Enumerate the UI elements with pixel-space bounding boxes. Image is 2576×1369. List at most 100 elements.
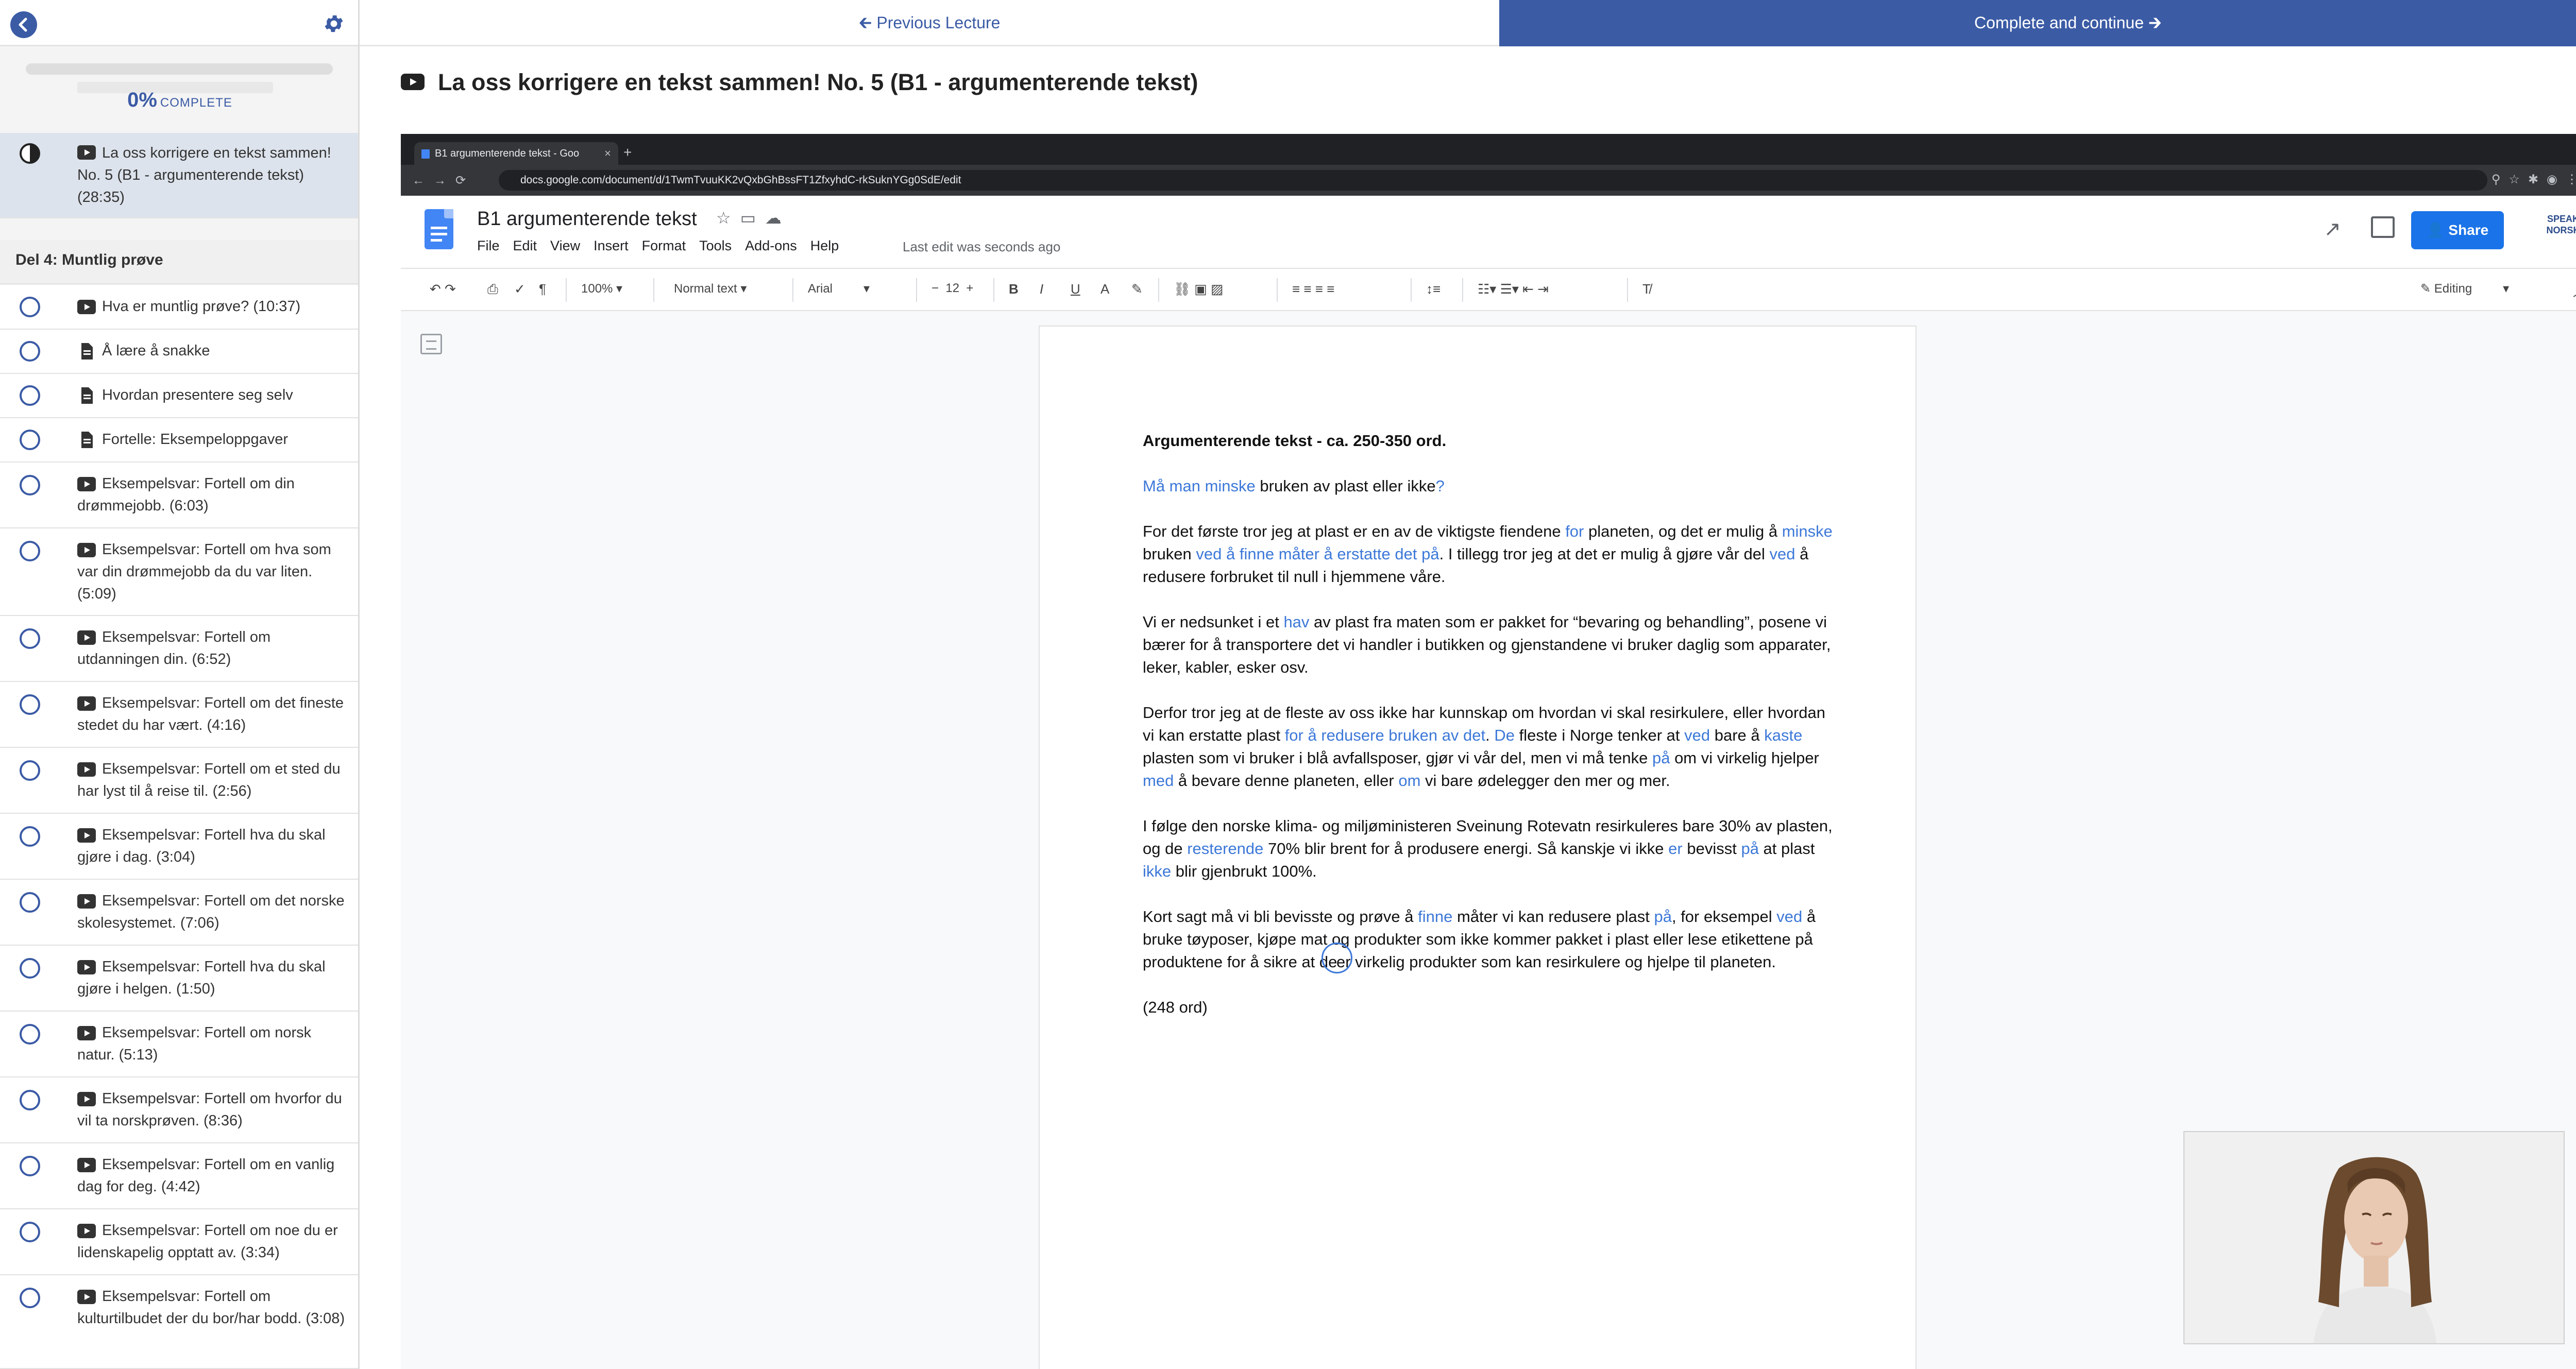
doc-paragraph-4: I følge den norske klima- og miljøminist… — [1143, 817, 1833, 880]
sidebar-item[interactable]: Eksempelsvar: Fortell om en vanlig dag f… — [0, 1143, 358, 1209]
doc-heading: Argumenterende tekst - ca. 250-350 ord. — [1143, 432, 1447, 450]
spellcheck-icon: ✓ — [514, 281, 526, 297]
font-size-stepper: − 12 + — [931, 281, 974, 295]
sidebar-item-label: Eksempelsvar: Fortell hva du skal gjøre … — [77, 827, 326, 865]
sidebar-item[interactable]: Hvordan presentere seg selv — [0, 374, 358, 418]
complete-continue-button[interactable]: Complete and continue 🡲 — [1499, 0, 2576, 46]
sidebar-item-label: Eksempelsvar: Fortell om kulturtilbudet … — [77, 1288, 345, 1327]
in-progress-icon — [20, 143, 40, 164]
sidebar-item[interactable]: Eksempelsvar: Fortell hva du skal gjøre … — [0, 946, 358, 1012]
incomplete-circle-icon — [20, 958, 40, 979]
video-icon — [401, 73, 425, 91]
sidebar-item[interactable]: Eksempelsvar: Fortell om et sted du har … — [0, 748, 358, 814]
docs-header-actions: ↗ 👤 Share SPEAK NORSK — [2272, 211, 2576, 252]
toolbar-separator — [916, 278, 917, 302]
sidebar-item-label: Fortelle: Eksempeloppgaver — [102, 431, 289, 448]
lock-icon: 👤 — [2426, 222, 2449, 238]
url-text: docs.google.com/document/d/1TwmTvuuKK2vQ… — [520, 174, 961, 186]
lecture-title: La oss korrigere en tekst sammen! No. 5 … — [401, 69, 1198, 100]
sidebar-header — [0, 0, 358, 46]
undo-redo-icons: ↶ ↷ — [430, 281, 456, 297]
docs-menu-item: Tools — [699, 238, 732, 253]
link-icon: ⛓ ▣ ▨ — [1174, 281, 1224, 297]
docs-logo-icon — [425, 209, 453, 249]
progress-text: 0% COMPLETE — [0, 89, 358, 112]
docs-menu-item: Help — [810, 238, 839, 253]
chevron-up-icon: ︿ — [2573, 281, 2576, 300]
incomplete-circle-icon — [20, 430, 40, 450]
docs-menu-item: Format — [641, 238, 686, 253]
course-sidebar: 0% COMPLETE La oss korrigere en tekst sam… — [0, 0, 360, 1369]
browser-url: docs.google.com/document/d/1TwmTvuuKK2vQ… — [499, 170, 2487, 191]
sidebar-item[interactable]: Fortelle: Eksempeloppgaver — [0, 418, 358, 463]
underline-icon: U — [1071, 281, 1080, 297]
sidebar-item-label: Eksempelsvar: Fortell om det fineste ste… — [77, 695, 344, 733]
incomplete-circle-icon — [20, 694, 40, 715]
doc-paragraph-5: Kort sagt må vi bli bevisste og prøve å … — [1143, 905, 1833, 973]
back-button[interactable] — [10, 11, 37, 38]
sidebar-item[interactable]: Eksempelsvar: Fortell hva du skal gjøre … — [0, 814, 358, 880]
outline-icon — [420, 334, 442, 354]
paint-format-icon: ¶ — [539, 281, 546, 297]
settings-button[interactable] — [323, 12, 345, 35]
toolbar-separator — [653, 278, 654, 302]
sidebar-item-label: La oss korrigere en tekst sammen! No. 5 … — [77, 145, 331, 206]
doc-title-icons: ☆▭☁ — [716, 209, 791, 227]
webcam-overlay — [2183, 1131, 2565, 1344]
share-button: 👤 Share — [2411, 211, 2504, 249]
sidebar-item[interactable]: Eksempelsvar: Fortell om kulturtilbudet … — [0, 1275, 358, 1369]
sidebar-item[interactable]: Eksempelsvar: Fortell om din drømmejobb.… — [0, 463, 358, 528]
avatar: SPEAK NORSK — [2546, 214, 2576, 235]
sidebar-item-label: Eksempelsvar: Fortell om noe du er liden… — [77, 1222, 338, 1261]
sidebar-item-label: Eksempelsvar: Fortell om et sted du har … — [77, 761, 341, 799]
clear-format-icon: T̸ — [1642, 281, 1651, 297]
incomplete-circle-icon — [20, 1288, 40, 1308]
sidebar-item[interactable]: Eksempelsvar: Fortell om det norske skol… — [0, 880, 358, 946]
browser-tab-title: B1 argumenterende tekst - Goo — [435, 148, 580, 159]
docs-menu-item: Add-ons — [745, 238, 797, 253]
doc-question: Må man minske bruken av plast eller ikke… — [1143, 477, 1445, 495]
video-player[interactable]: B1 argumenterende tekst - Goo × + ←→⟳ do… — [401, 134, 2576, 1369]
sidebar-item[interactable]: Å lære å snakke — [0, 330, 358, 374]
sidebar-item[interactable]: Eksempelsvar: Fortell om utdanningen din… — [0, 616, 358, 682]
browser-nav-icons: ←→⟳ — [412, 174, 476, 187]
lecture-title-text: La oss korrigere en tekst sammen! No. 5 … — [438, 69, 1198, 95]
sidebar-item-label: Eksempelsvar: Fortell om hvorfor du vil … — [77, 1090, 342, 1129]
doc-word-count: (248 ord) — [1143, 998, 1208, 1016]
text-color-icon: A — [1100, 281, 1110, 297]
previous-lecture-button[interactable]: 🡰 Previous Lecture — [360, 0, 1499, 46]
incomplete-circle-icon — [20, 760, 40, 781]
sidebar-item-label: Eksempelsvar: Fortell om en vanlig dag f… — [77, 1156, 335, 1195]
highlight-icon: ✎ — [1131, 281, 1143, 297]
toolbar-separator — [1627, 278, 1628, 302]
sidebar-item[interactable]: Hva er muntlig prøve? (10:37) — [0, 285, 358, 330]
chevron-left-icon — [19, 18, 27, 32]
toolbar-separator — [1277, 278, 1278, 302]
sidebar-item-label: Hvordan presentere seg selv — [102, 387, 293, 403]
toolbar-separator — [792, 278, 793, 302]
style-select: Normal text ▾ — [674, 282, 747, 296]
toolbar-separator — [566, 278, 567, 302]
font-select: Arial ▾ — [808, 282, 870, 296]
sidebar-item[interactable]: Eksempelsvar: Fortell om norsk natur. (5… — [0, 1012, 358, 1077]
toolbar-separator — [1158, 278, 1159, 302]
toolbar-separator — [1462, 278, 1463, 302]
incomplete-circle-icon — [20, 1090, 40, 1110]
sidebar-item-label: Å lære å snakke — [102, 343, 210, 359]
sidebar-item[interactable]: Eksempelsvar: Fortell om hvorfor du vil … — [0, 1077, 358, 1143]
section-title: Del 4: Muntlig prøve — [15, 251, 163, 268]
docs-menu-item: Insert — [594, 238, 629, 253]
sidebar-item[interactable]: Eksempelsvar: Fortell om hva som var din… — [0, 528, 358, 616]
comment-icon — [2371, 216, 2395, 238]
sidebar-item-current[interactable]: La oss korrigere en tekst sammen! No. 5 … — [0, 133, 358, 218]
sidebar-item-label: Eksempelsvar: Fortell om det norske skol… — [77, 893, 345, 931]
sidebar-item-label: Eksempelsvar: Fortell om din drømmejobb.… — [77, 475, 295, 514]
list-icons: ☷▾ ☰▾ ⇤ ⇥ — [1478, 281, 1549, 297]
doc-paragraph-1: For det første tror jeg at plast er en a… — [1143, 522, 1833, 586]
section-header: Del 4: Muntlig prøve — [0, 240, 358, 284]
sidebar-item[interactable]: Eksempelsvar: Fortell om det fineste ste… — [0, 682, 358, 748]
sidebar-item[interactable]: Eksempelsvar: Fortell om noe du er liden… — [0, 1209, 358, 1275]
editing-mode-select: ✎ Editing ▾ — [2420, 282, 2510, 296]
previous-lecture-label: Previous Lecture — [876, 13, 1001, 32]
docs-menu-item: Edit — [513, 238, 537, 253]
